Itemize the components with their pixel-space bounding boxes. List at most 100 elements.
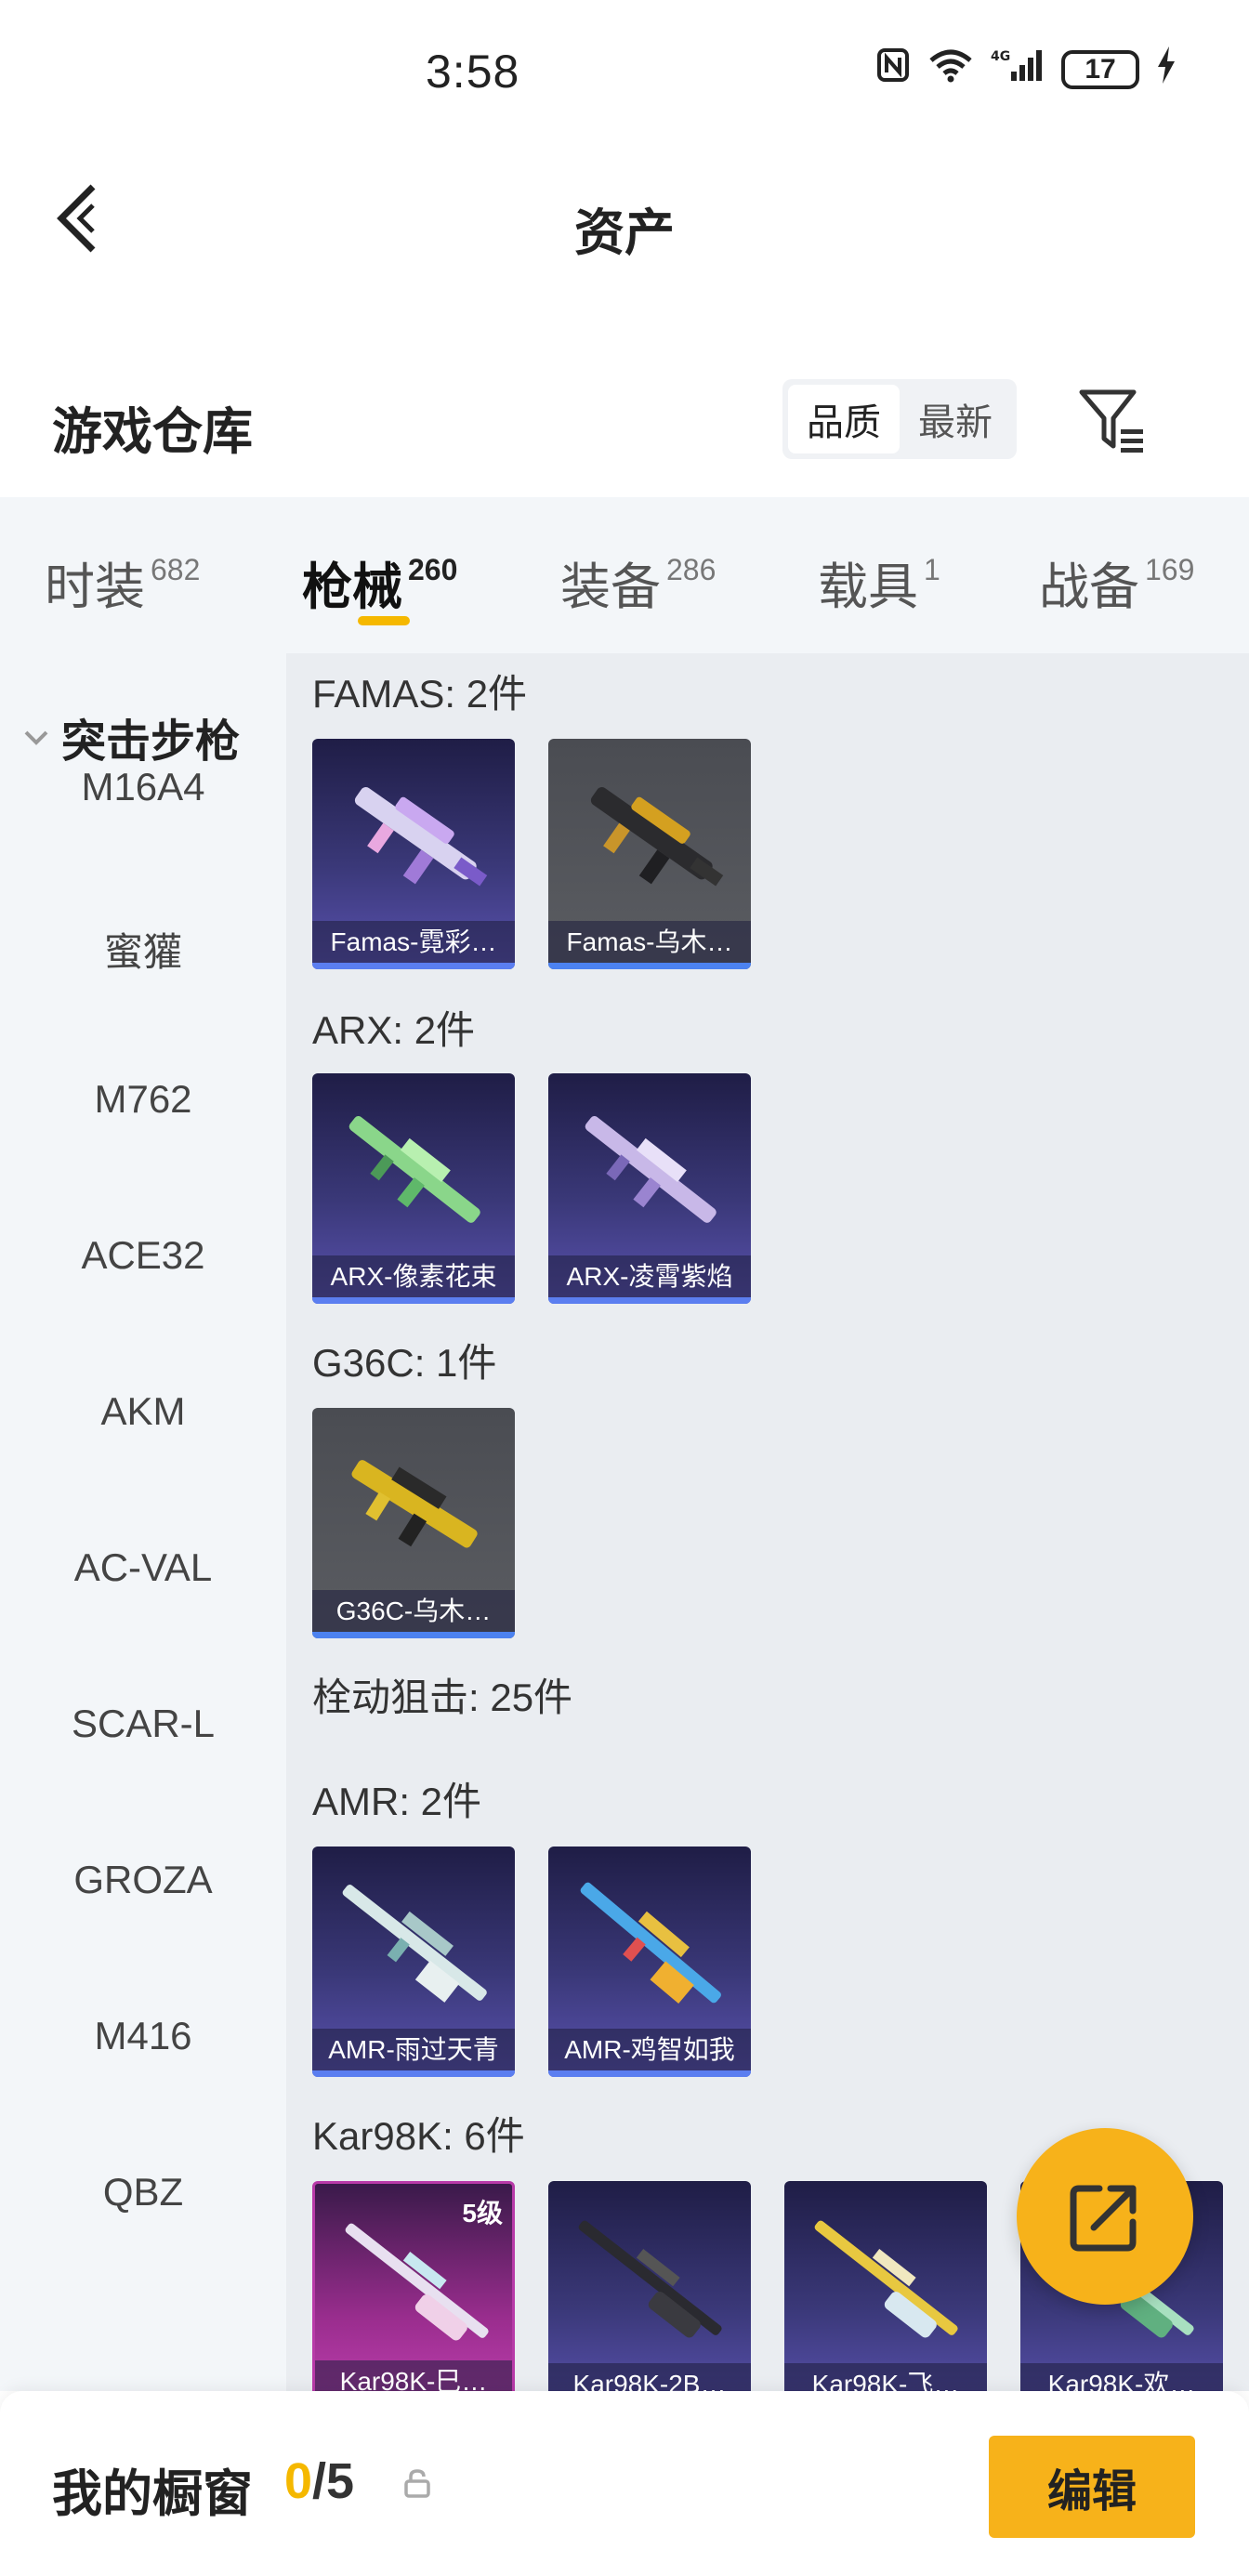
- weapon-card-label: Kar98K-飞…: [784, 2363, 987, 2391]
- active-tab-indicator: [358, 616, 410, 625]
- rarity-bar: [312, 963, 515, 969]
- sort-quality-button[interactable]: 品质: [788, 385, 900, 453]
- showcase-current: 0: [284, 2453, 313, 2509]
- sidebar-item-m762[interactable]: M762: [0, 1077, 286, 1122]
- tab-label: 战备: [1039, 559, 1139, 615]
- weapon-card[interactable]: Famas-霓彩…: [312, 739, 515, 969]
- tab-weapons[interactable]: 枪械 260: [302, 545, 457, 619]
- section-title-famas: FAMAS: 2件: [312, 672, 528, 716]
- chevron-down-icon: [24, 730, 48, 745]
- sidebar-item-ac-val[interactable]: AC-VAL: [0, 1545, 286, 1590]
- status-icons: 4G 17: [875, 46, 1177, 92]
- showcase-total: /5: [312, 2453, 355, 2509]
- tab-supplies[interactable]: 战备 169: [1039, 545, 1194, 619]
- level-badge: 5级: [462, 2199, 503, 2228]
- weapon-card-label: Kar98K-2B…: [548, 2363, 751, 2391]
- tab-vehicles[interactable]: 载具 1: [818, 545, 940, 619]
- section-title-bolt-sniper: 栓动狙击: 25件: [312, 1676, 573, 1719]
- weapon-card-label: ARX-像素花束: [312, 1255, 515, 1298]
- weapon-card-label: Kar98K-巳…: [315, 2360, 512, 2391]
- rarity-bar: [548, 963, 751, 969]
- sidebar-item-scar-l[interactable]: SCAR-L: [0, 1702, 286, 1746]
- page-title: 资产: [574, 205, 675, 261]
- rifle-skin-icon: [585, 1116, 717, 1223]
- weapon-card[interactable]: ARX-像素花束: [312, 1073, 515, 1304]
- weapon-card[interactable]: ARX-凌霄紫焰: [548, 1073, 751, 1304]
- tab-fashion[interactable]: 时装 682: [45, 545, 200, 619]
- app-header: 资产: [0, 139, 1249, 302]
- sidebar-item-m416[interactable]: M416: [0, 2014, 286, 2058]
- section-title-g36c: G36C: 1件: [312, 1341, 497, 1385]
- weapon-card-label: ARX-凌霄紫焰: [548, 1255, 751, 1298]
- weapon-card[interactable]: AMR-雨过天青: [312, 1847, 515, 2077]
- filter-button[interactable]: [1076, 385, 1149, 459]
- sidebar-item-akm[interactable]: AKM: [0, 1389, 286, 1434]
- wifi-icon: [927, 47, 974, 91]
- sidebar-category-label: 突击步枪: [61, 717, 241, 767]
- sort-toggle: 品质 最新: [782, 379, 1017, 459]
- weapon-card-label: Famas-乌木…: [548, 921, 751, 964]
- category-tabs: 时装 682 枪械 260 装备 286 载具 1 战备 169: [0, 497, 1249, 653]
- rarity-bar: [312, 2070, 515, 2077]
- weapon-card[interactable]: AMR-鸡智如我: [548, 1847, 751, 2077]
- battery-indicator: 17: [1061, 49, 1139, 89]
- tab-count: 286: [666, 553, 717, 586]
- tab-label: 载具: [818, 559, 918, 615]
- sidebar-item-m16a4[interactable]: M16A4: [0, 765, 286, 809]
- tab-label: 时装: [45, 559, 145, 615]
- weapon-card-label: Kar98K-欢…: [1020, 2363, 1223, 2391]
- showcase-count: 0/5: [284, 2452, 354, 2510]
- weapon-card[interactable]: Famas-乌木…: [548, 739, 751, 969]
- edit-button[interactable]: 编辑: [989, 2436, 1195, 2538]
- weapon-sidebar: 突击步枪 M16A4 蜜獾 M762 ACE32 AKM AC-VAL SCAR…: [0, 653, 286, 2391]
- tab-count: 682: [151, 553, 201, 586]
- sniper-skin-icon: [342, 1885, 487, 2003]
- section-title-amr: AMR: 2件: [312, 1780, 482, 1823]
- sniper-skin-icon: [578, 2220, 722, 2338]
- showcase-bar: 我的橱窗 0/5 编辑: [0, 2391, 1249, 2576]
- showcase-title: 我的橱窗: [52, 2466, 253, 2522]
- sidebar-item-groza[interactable]: GROZA: [0, 1858, 286, 1902]
- weapon-card-label: AMR-鸡智如我: [548, 2029, 751, 2071]
- rifle-skin-icon: [348, 1116, 480, 1223]
- sidebar-category-assault-rifles[interactable]: 突击步枪: [20, 704, 240, 769]
- sidebar-item-honey-badger[interactable]: 蜜獾: [0, 921, 286, 978]
- weapon-card-label: G36C-乌木…: [312, 1590, 515, 1633]
- network-type-label: 4G: [991, 49, 1010, 64]
- section-title-kar98k: Kar98K: 6件: [312, 2114, 525, 2158]
- rarity-bar: [312, 1297, 515, 1304]
- rarity-bar: [548, 1297, 751, 1304]
- tab-count: 1: [924, 553, 940, 586]
- filter-icon: [1079, 389, 1143, 453]
- charging-icon: [1156, 46, 1177, 92]
- rifle-skin-icon: [354, 787, 488, 887]
- sniper-skin-icon: [580, 1882, 721, 2004]
- share-button[interactable]: [1017, 2128, 1193, 2305]
- rarity-bar: [312, 1632, 515, 1638]
- sort-newest-button[interactable]: 最新: [900, 385, 1011, 453]
- weapon-card-label: Famas-霓彩…: [312, 921, 515, 964]
- status-bar: 3:58 4G 17: [0, 0, 1249, 139]
- sidebar-item-ace32[interactable]: ACE32: [0, 1233, 286, 1278]
- weapon-card-label: AMR-雨过天青: [312, 2029, 515, 2071]
- lock-icon: [404, 2469, 430, 2498]
- section-title-arx: ARX: 2件: [312, 1008, 476, 1052]
- nfc-icon: [875, 47, 911, 91]
- warehouse-header: 游戏仓库 品质 最新: [0, 362, 1249, 483]
- warehouse-title: 游戏仓库: [52, 404, 253, 460]
- status-time: 3:58: [426, 46, 520, 98]
- weapon-card[interactable]: 5级 Kar98K-巳…: [312, 2181, 515, 2391]
- signal-icon: 4G: [991, 47, 1045, 91]
- weapon-card[interactable]: G36C-乌木…: [312, 1408, 515, 1638]
- rifle-skin-icon: [351, 1460, 478, 1548]
- rifle-skin-icon: [590, 787, 724, 887]
- tab-count: 260: [408, 553, 458, 586]
- sidebar-item-qbz[interactable]: QBZ: [0, 2170, 286, 2215]
- tab-label: 枪械: [302, 559, 402, 615]
- tab-equipment[interactable]: 装备 286: [560, 545, 716, 619]
- tab-count: 169: [1145, 553, 1195, 586]
- rarity-bar: [548, 2070, 751, 2077]
- weapon-card[interactable]: Kar98K-2B…: [548, 2181, 751, 2391]
- share-external-icon: [1070, 2185, 1137, 2252]
- weapon-card[interactable]: Kar98K-飞…: [784, 2181, 987, 2391]
